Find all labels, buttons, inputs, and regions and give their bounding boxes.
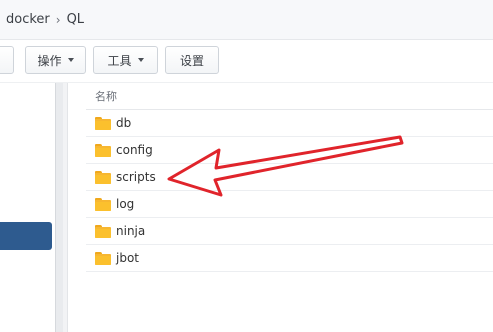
file-row-db[interactable]: db — [86, 110, 493, 137]
tools-button[interactable]: 工具 — [93, 46, 158, 74]
breadcrumb-item-ql[interactable]: QL — [67, 12, 84, 27]
file-name: config — [116, 143, 153, 157]
toolbar: 操作 工具 设置 — [0, 40, 493, 83]
panel-splitter[interactable] — [63, 83, 68, 332]
caret-down-icon — [137, 58, 144, 62]
file-name: log — [116, 197, 135, 211]
file-list: 名称 db config scripts log ninja jbot — [86, 83, 493, 332]
folder-tree-sidebar — [0, 83, 55, 332]
chevron-right-icon: › — [55, 12, 61, 27]
column-header-name[interactable]: 名称 — [86, 83, 493, 110]
breadcrumb-item-docker[interactable]: docker — [6, 12, 50, 27]
breadcrumb: docker › QL — [0, 0, 493, 40]
file-row-scripts[interactable]: scripts — [86, 164, 493, 191]
toolbar-button-partial[interactable] — [0, 46, 14, 74]
folder-icon — [95, 170, 111, 184]
file-name: jbot — [116, 251, 139, 265]
folder-icon — [95, 251, 111, 265]
file-station-window: docker › QL 操作 工具 设置 名称 db config script… — [0, 0, 493, 332]
settings-button[interactable]: 设置 — [165, 46, 219, 74]
folder-icon — [95, 116, 111, 130]
settings-button-label: 设置 — [179, 53, 204, 68]
action-button[interactable]: 操作 — [25, 46, 86, 74]
sidebar-item-selected[interactable] — [0, 222, 52, 250]
action-button-label: 操作 — [37, 53, 62, 68]
file-row-ninja[interactable]: ninja — [86, 218, 493, 245]
column-header-name-label: 名称 — [95, 90, 117, 103]
caret-down-icon — [67, 58, 74, 62]
file-row-config[interactable]: config — [86, 137, 493, 164]
folder-icon — [95, 197, 111, 211]
file-row-jbot[interactable]: jbot — [86, 245, 493, 272]
folder-icon — [95, 143, 111, 157]
sidebar-scrollbar[interactable] — [55, 83, 63, 332]
file-name: scripts — [116, 170, 156, 184]
file-row-log[interactable]: log — [86, 191, 493, 218]
file-name: db — [116, 116, 132, 130]
tools-button-label: 工具 — [107, 53, 132, 68]
folder-icon — [95, 224, 111, 238]
file-name: ninja — [116, 224, 146, 238]
